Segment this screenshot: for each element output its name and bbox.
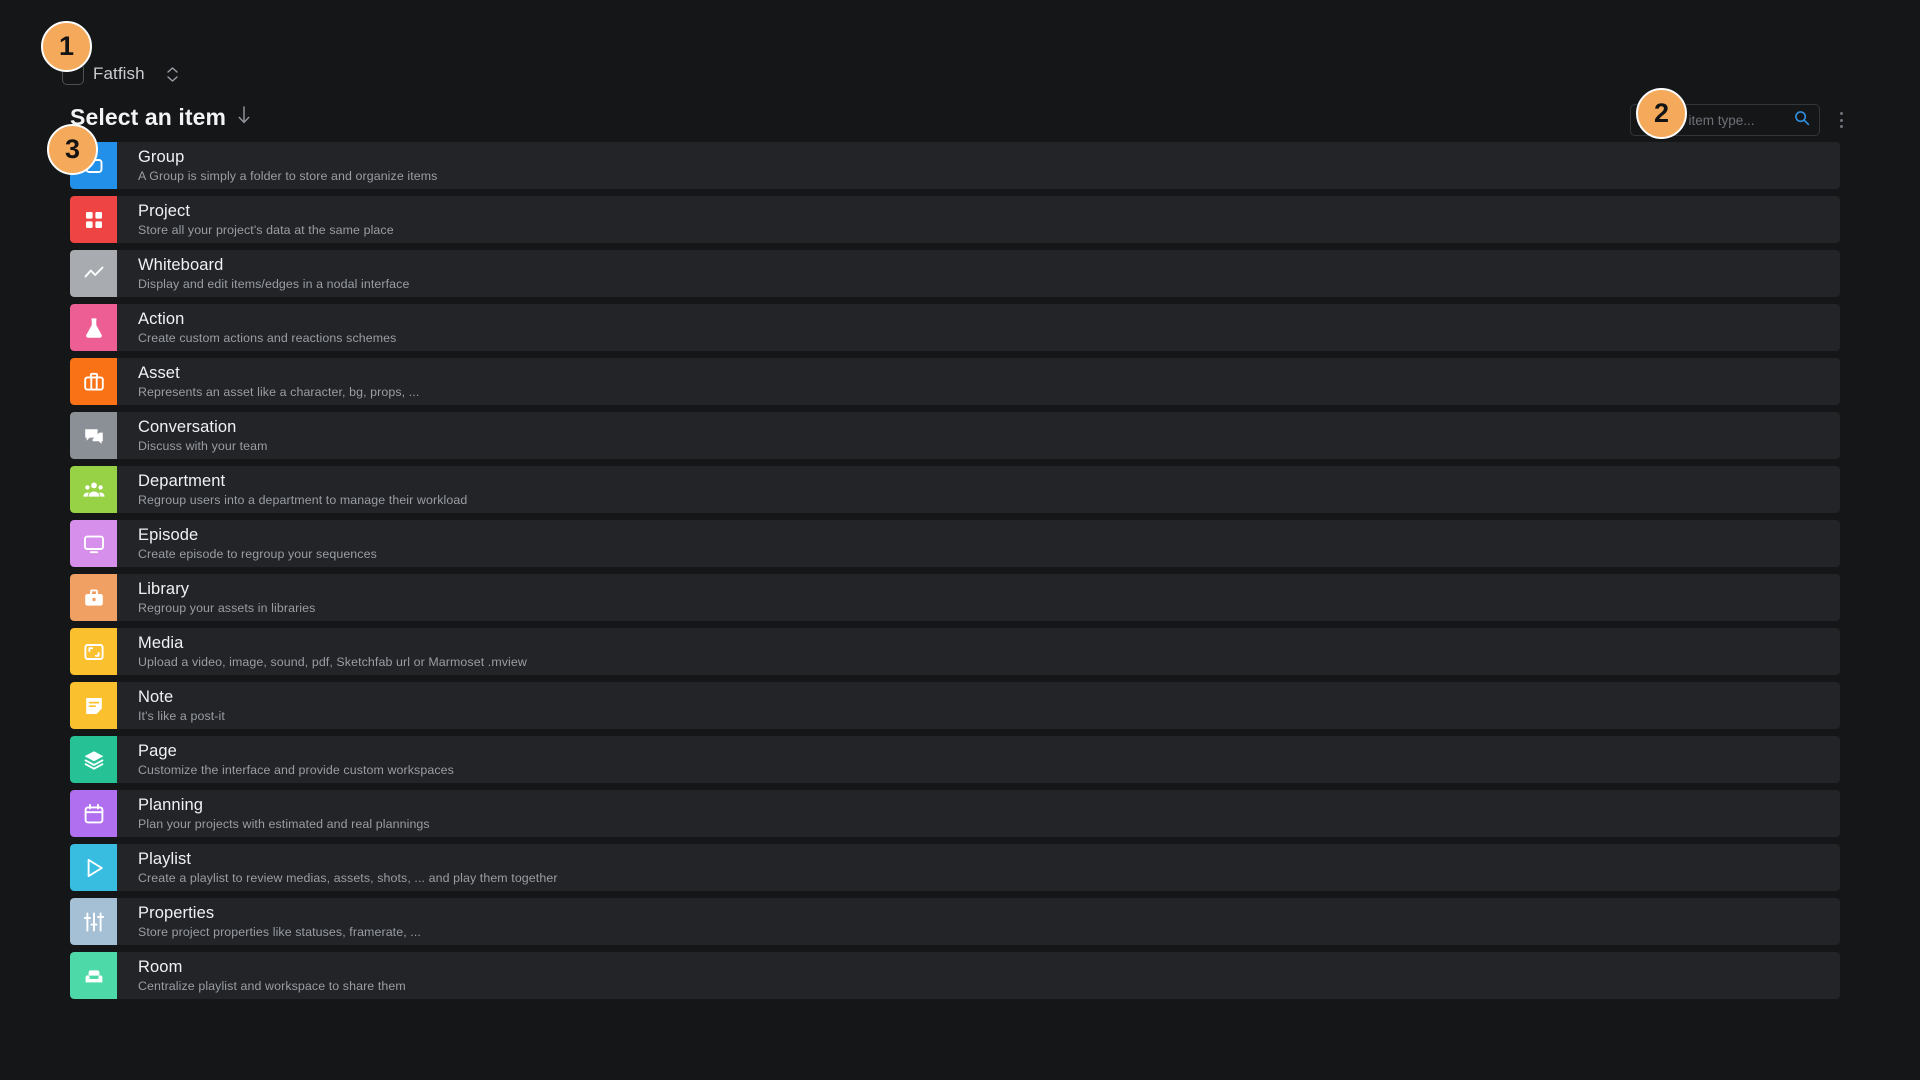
item-description: Represents an asset like a character, bg… (138, 384, 420, 399)
item-row-action[interactable]: Action Create custom actions and reaction… (70, 304, 1840, 351)
item-row-planning[interactable]: Planning Plan your projects with estimate… (70, 790, 1840, 837)
layers-icon (70, 736, 117, 783)
item-label: Note (138, 687, 174, 706)
item-text-block: Properties Store project properties like … (117, 898, 1840, 945)
annotation-badge-1: 1 (41, 21, 92, 72)
item-text-block: Planning Plan your projects with estimate… (117, 790, 1840, 837)
briefcase-icon (70, 358, 117, 405)
item-description: It's like a post-it (138, 708, 225, 723)
kebab-dot (1839, 125, 1843, 128)
item-text-block: Whiteboard Display and edit items/edges i… (117, 250, 1840, 297)
annotation-badge-3: 3 (47, 124, 98, 175)
item-label: Page (138, 741, 177, 760)
search-icon[interactable] (1794, 110, 1810, 131)
item-row-note[interactable]: Note It's like a post-it (70, 682, 1840, 729)
item-description: Regroup users into a department to manag… (138, 492, 468, 507)
item-description: Create a playlist to review medias, asse… (138, 870, 558, 885)
polyline-chart-icon (70, 250, 117, 297)
item-text-block: Project Store all your project's data at … (117, 196, 1840, 243)
item-description: Regroup your assets in libraries (138, 600, 316, 615)
item-description: Discuss with your team (138, 438, 268, 453)
item-description: Display and edit items/edges in a nodal … (138, 276, 410, 291)
flask-icon (70, 304, 117, 351)
item-description: Create episode to regroup your sequences (138, 546, 377, 561)
item-text-block: Note It's like a post-it (117, 682, 1840, 729)
kebab-dot (1839, 112, 1843, 115)
item-text-block: Media Upload a video, image, sound, pdf, … (117, 628, 1840, 675)
sofa-icon (70, 952, 117, 999)
item-row-playlist[interactable]: Playlist Create a playlist to review medi… (70, 844, 1840, 891)
item-description: Create custom actions and reactions sche… (138, 330, 397, 345)
item-label: Planning (138, 795, 204, 814)
image-frame-icon (70, 628, 117, 675)
page-title: Select an item (70, 104, 227, 130)
item-type-list: Group A Group is simply a folder to store… (70, 142, 1840, 1006)
calendar-icon (70, 790, 117, 837)
item-row-properties[interactable]: Properties Store project properties like … (70, 898, 1840, 945)
item-row-room[interactable]: Room Centralize playlist and workspace to… (70, 952, 1840, 999)
item-row-episode[interactable]: Episode Create episode to regroup your se… (70, 520, 1840, 567)
monitor-icon (70, 520, 117, 567)
item-row-department[interactable]: Department Regroup users into a departmen… (70, 466, 1840, 513)
item-description: Store all your project's data at the sam… (138, 222, 394, 237)
people-group-icon (70, 466, 117, 513)
item-text-block: Conversation Discuss with your team (117, 412, 1840, 459)
sliders-icon (70, 898, 117, 945)
item-row-project[interactable]: Project Store all your project's data at … (70, 196, 1840, 243)
play-triangle-icon (70, 844, 117, 891)
grid-squares-icon (70, 196, 117, 243)
item-row-group[interactable]: Group A Group is simply a folder to store… (70, 142, 1840, 189)
item-label: Library (138, 579, 190, 598)
item-label: Conversation (138, 417, 237, 436)
item-label: Project (138, 201, 191, 220)
chat-bubbles-icon (70, 412, 117, 459)
item-text-block: Room Centralize playlist and workspace to… (117, 952, 1840, 999)
item-row-library[interactable]: Library Regroup your assets in libraries (70, 574, 1840, 621)
chevron-up-down-icon[interactable] (166, 63, 180, 85)
arrow-down-icon[interactable] (237, 105, 251, 130)
item-text-block: Episode Create episode to regroup your se… (117, 520, 1840, 567)
item-label: Whiteboard (138, 255, 224, 274)
item-text-block: Action Create custom actions and reaction… (117, 304, 1840, 351)
item-label: Media (138, 633, 184, 652)
item-label: Room (138, 957, 183, 976)
more-vertical-icon[interactable] (1830, 104, 1852, 136)
item-label: Playlist (138, 849, 192, 868)
item-description: Store project properties like statuses, … (138, 924, 421, 939)
item-description: Upload a video, image, sound, pdf, Sketc… (138, 654, 527, 669)
item-label: Department (138, 471, 226, 490)
item-text-block: Group A Group is simply a folder to store… (117, 142, 1840, 189)
item-label: Action (138, 309, 185, 328)
item-label: Properties (138, 903, 215, 922)
item-text-block: Library Regroup your assets in libraries (117, 574, 1840, 621)
item-row-page[interactable]: Page Customize the interface and provide … (70, 736, 1840, 783)
item-label: Group (138, 147, 185, 166)
item-text-block: Page Customize the interface and provide … (117, 736, 1840, 783)
item-row-media[interactable]: Media Upload a video, image, sound, pdf, … (70, 628, 1840, 675)
workspace-name: Fatfish (93, 64, 145, 83)
item-row-whiteboard[interactable]: Whiteboard Display and edit items/edges i… (70, 250, 1840, 297)
annotation-badge-2: 2 (1636, 88, 1687, 139)
item-description: A Group is simply a folder to store and … (138, 168, 438, 183)
briefcase-filled-icon (70, 574, 117, 621)
sticky-note-icon (70, 682, 117, 729)
item-label: Asset (138, 363, 180, 382)
item-description: Plan your projects with estimated and re… (138, 816, 430, 831)
item-description: Customize the interface and provide cust… (138, 762, 454, 777)
item-text-block: Playlist Create a playlist to review medi… (117, 844, 1840, 891)
item-text-block: Asset Represents an asset like a characte… (117, 358, 1840, 405)
item-text-block: Department Regroup users into a departmen… (117, 466, 1840, 513)
item-label: Episode (138, 525, 199, 544)
item-row-conversation[interactable]: Conversation Discuss with your team (70, 412, 1840, 459)
kebab-dot (1839, 118, 1843, 122)
page-heading: Select an item (70, 104, 251, 131)
item-description: Centralize playlist and workspace to sha… (138, 978, 406, 993)
item-row-asset[interactable]: Asset Represents an asset like a characte… (70, 358, 1840, 405)
item-type-picker-screen: Fatfish Select an item G (0, 0, 1920, 1080)
